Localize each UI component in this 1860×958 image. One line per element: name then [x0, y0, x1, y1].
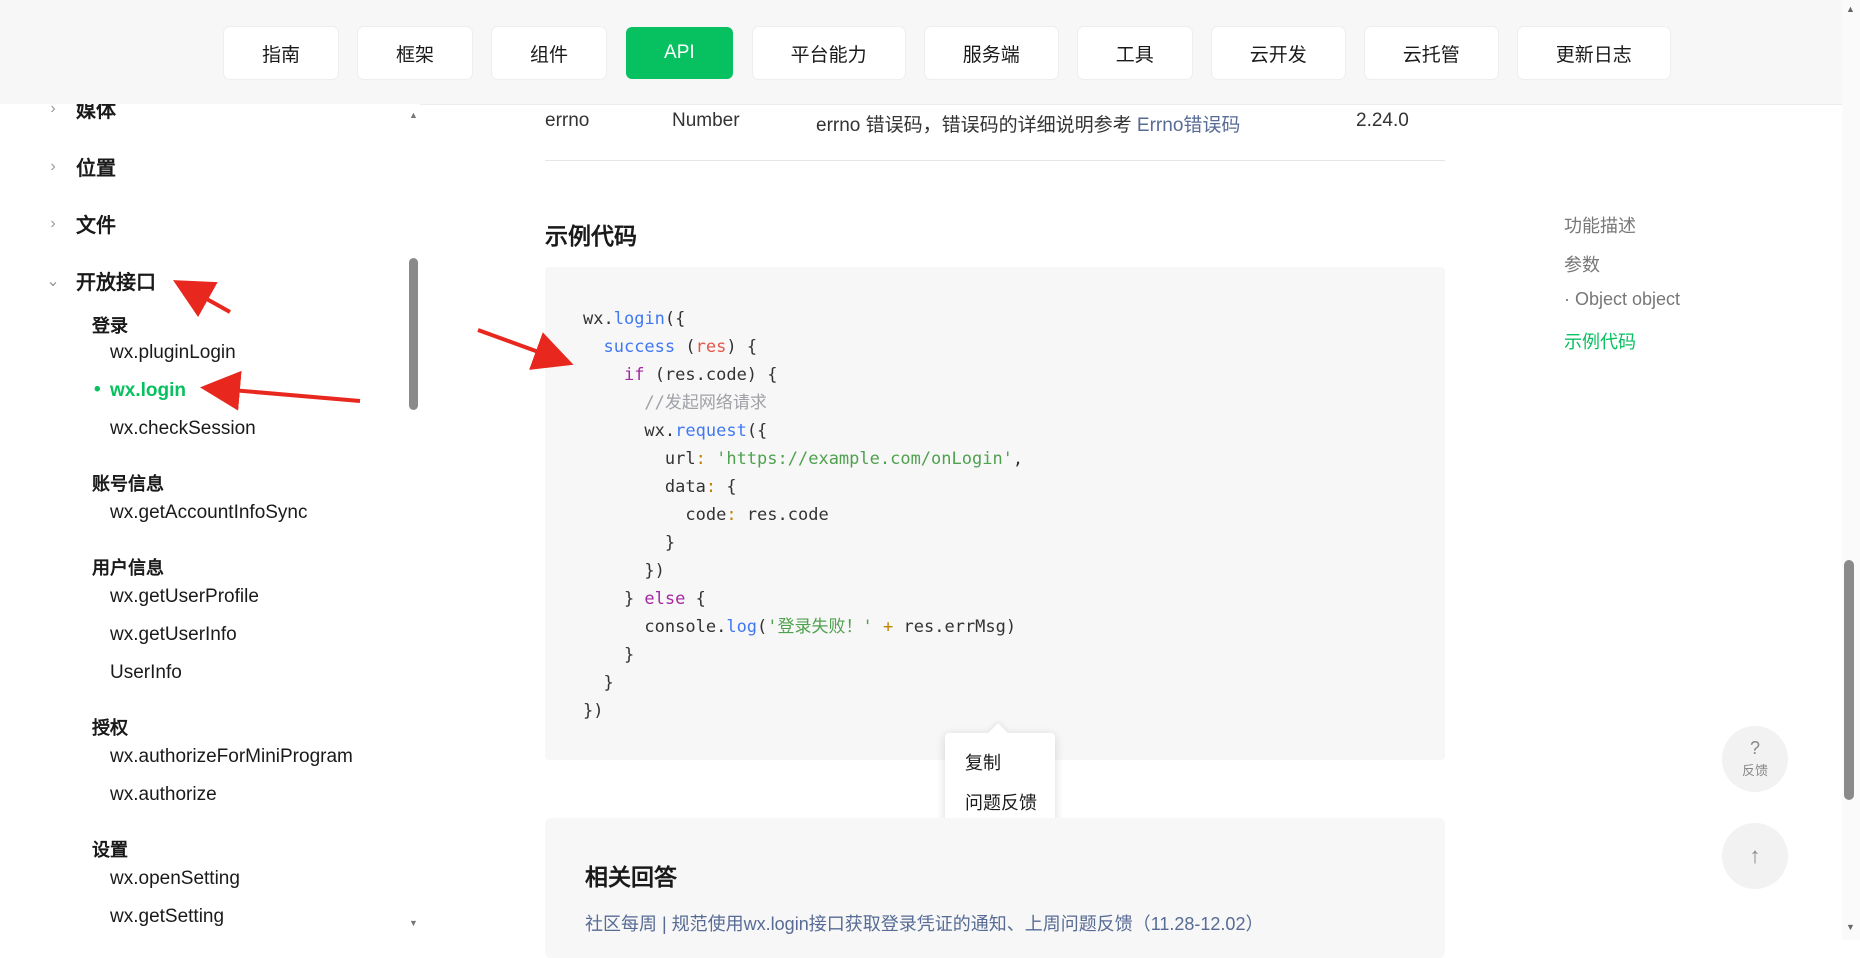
related-answers-heading: 相关回答: [585, 864, 677, 890]
table-divider: [545, 160, 1445, 161]
code-content: wx.login({ success (res) { if (res.code)…: [583, 309, 1024, 721]
back-to-top-button[interactable]: ↑: [1722, 823, 1788, 889]
sidebar-item-wx-authorizeforminiprogram[interactable]: wx.authorizeForMiniProgram: [110, 746, 353, 768]
sidebar-category-media[interactable]: › 媒体: [42, 104, 116, 123]
feedback-button[interactable]: ? 反馈: [1722, 726, 1788, 792]
sidebar-item-wx-getaccountinfosync[interactable]: wx.getAccountInfoSync: [110, 502, 308, 524]
sidebar-item-wx-authorize[interactable]: wx.authorize: [110, 784, 217, 806]
tab-cloud-hosting[interactable]: 云托管: [1364, 27, 1498, 79]
page-scroll-down-icon[interactable]: ▼: [1846, 922, 1855, 932]
sidebar-item-label: wx.login: [110, 380, 186, 401]
param-version: 2.24.0: [1356, 110, 1409, 131]
sidebar-category-label: 位置: [76, 158, 116, 180]
related-answer-link[interactable]: 社区每周 | 规范使用wx.login接口获取登录凭证的通知、上周问题反馈（11…: [585, 910, 1263, 936]
sidebar-group-settings: 设置: [92, 840, 128, 860]
param-name: errno: [545, 110, 590, 131]
nav-tabs: 指南 框架 组件 API 平台能力 服务端 工具 云开发 云托管 更新日志: [224, 27, 1670, 79]
tab-guide[interactable]: 指南: [224, 27, 339, 79]
related-answers-panel: 相关回答 社区每周 | 规范使用wx.login接口获取登录凭证的通知、上周问题…: [545, 818, 1445, 958]
param-description: errno 错误码，错误码的详细说明参考 Errno错误码: [816, 110, 1240, 137]
scroll-up-arrow-icon[interactable]: ▲: [409, 110, 418, 120]
tab-components[interactable]: 组件: [492, 27, 607, 79]
top-nav-bar: 指南 框架 组件 API 平台能力 服务端 工具 云开发 云托管 更新日志: [0, 0, 1860, 105]
sidebar-category-location[interactable]: › 位置: [42, 152, 116, 181]
copy-menu-item[interactable]: 复制: [965, 749, 1001, 775]
toc-item-function-desc[interactable]: 功能描述: [1564, 212, 1636, 238]
sidebar-category-open-api[interactable]: ⌄ 开放接口: [42, 266, 156, 295]
chevron-right-icon: ›: [50, 157, 56, 175]
sidebar-group-authorization: 授权: [92, 718, 128, 738]
sidebar: › 媒体 › 位置 › 文件 ⌄ 开放接口 登录 wx.pluginLogin …: [0, 104, 420, 940]
code-block[interactable]: wx.login({ success (res) { if (res.code)…: [545, 267, 1445, 760]
sidebar-group-account-info: 账号信息: [92, 474, 164, 494]
page-scrollbar-thumb[interactable]: [1844, 560, 1854, 800]
sidebar-item-wx-login[interactable]: • wx.login: [94, 379, 186, 402]
question-icon: ?: [1749, 738, 1760, 758]
scroll-down-arrow-icon[interactable]: ▼: [409, 918, 418, 928]
sidebar-scrollbar[interactable]: [406, 104, 420, 940]
sidebar-scrollbar-thumb[interactable]: [409, 258, 418, 410]
param-description-text: errno 错误码，错误码的详细说明参考: [816, 115, 1137, 136]
tab-framework[interactable]: 框架: [358, 27, 473, 79]
sidebar-category-label: 开放接口: [76, 272, 156, 294]
tab-tools[interactable]: 工具: [1077, 27, 1192, 79]
page-scroll-up-icon[interactable]: ▲: [1846, 4, 1855, 14]
tab-api[interactable]: API: [626, 27, 733, 79]
toc-item-object[interactable]: · Object object: [1564, 289, 1680, 310]
sidebar-item-wx-pluginlogin[interactable]: wx.pluginLogin: [110, 342, 236, 364]
feedback-label: 反馈: [1741, 763, 1768, 778]
param-type: Number: [672, 110, 740, 131]
chevron-right-icon: ›: [50, 104, 56, 117]
sidebar-category-label: 文件: [76, 215, 116, 237]
sidebar-category-file[interactable]: › 文件: [42, 209, 116, 238]
sidebar-item-wx-getuserprofile[interactable]: wx.getUserProfile: [110, 586, 259, 608]
active-dot-icon: •: [94, 379, 101, 400]
sidebar-group-user-info: 用户信息: [92, 558, 164, 578]
sidebar-group-login: 登录: [92, 316, 128, 336]
chevron-right-icon: ›: [50, 214, 56, 232]
sidebar-item-wx-getsetting[interactable]: wx.getSetting: [110, 906, 224, 928]
sidebar-item-userinfo[interactable]: UserInfo: [110, 662, 182, 684]
toc-item-example-code[interactable]: 示例代码: [1564, 328, 1636, 354]
sidebar-item-wx-getuserinfo[interactable]: wx.getUserInfo: [110, 624, 237, 646]
example-code-heading: 示例代码: [545, 223, 637, 249]
context-menu: 复制 问题反馈: [945, 733, 1055, 827]
tab-changelog[interactable]: 更新日志: [1517, 27, 1670, 79]
sidebar-item-wx-checksession[interactable]: wx.checkSession: [110, 418, 256, 440]
tab-platform[interactable]: 平台能力: [752, 27, 905, 79]
errno-link[interactable]: Errno错误码: [1137, 115, 1240, 136]
report-issue-menu-item[interactable]: 问题反馈: [965, 789, 1037, 815]
sidebar-category-label: 媒体: [76, 104, 116, 122]
tab-server[interactable]: 服务端: [924, 27, 1058, 79]
chevron-down-icon: ⌄: [46, 272, 60, 290]
toc-item-params[interactable]: 参数: [1564, 251, 1600, 277]
tab-cloud-dev[interactable]: 云开发: [1211, 27, 1345, 79]
sidebar-item-wx-opensetting[interactable]: wx.openSetting: [110, 868, 240, 890]
arrow-up-icon: ↑: [1749, 843, 1761, 868]
